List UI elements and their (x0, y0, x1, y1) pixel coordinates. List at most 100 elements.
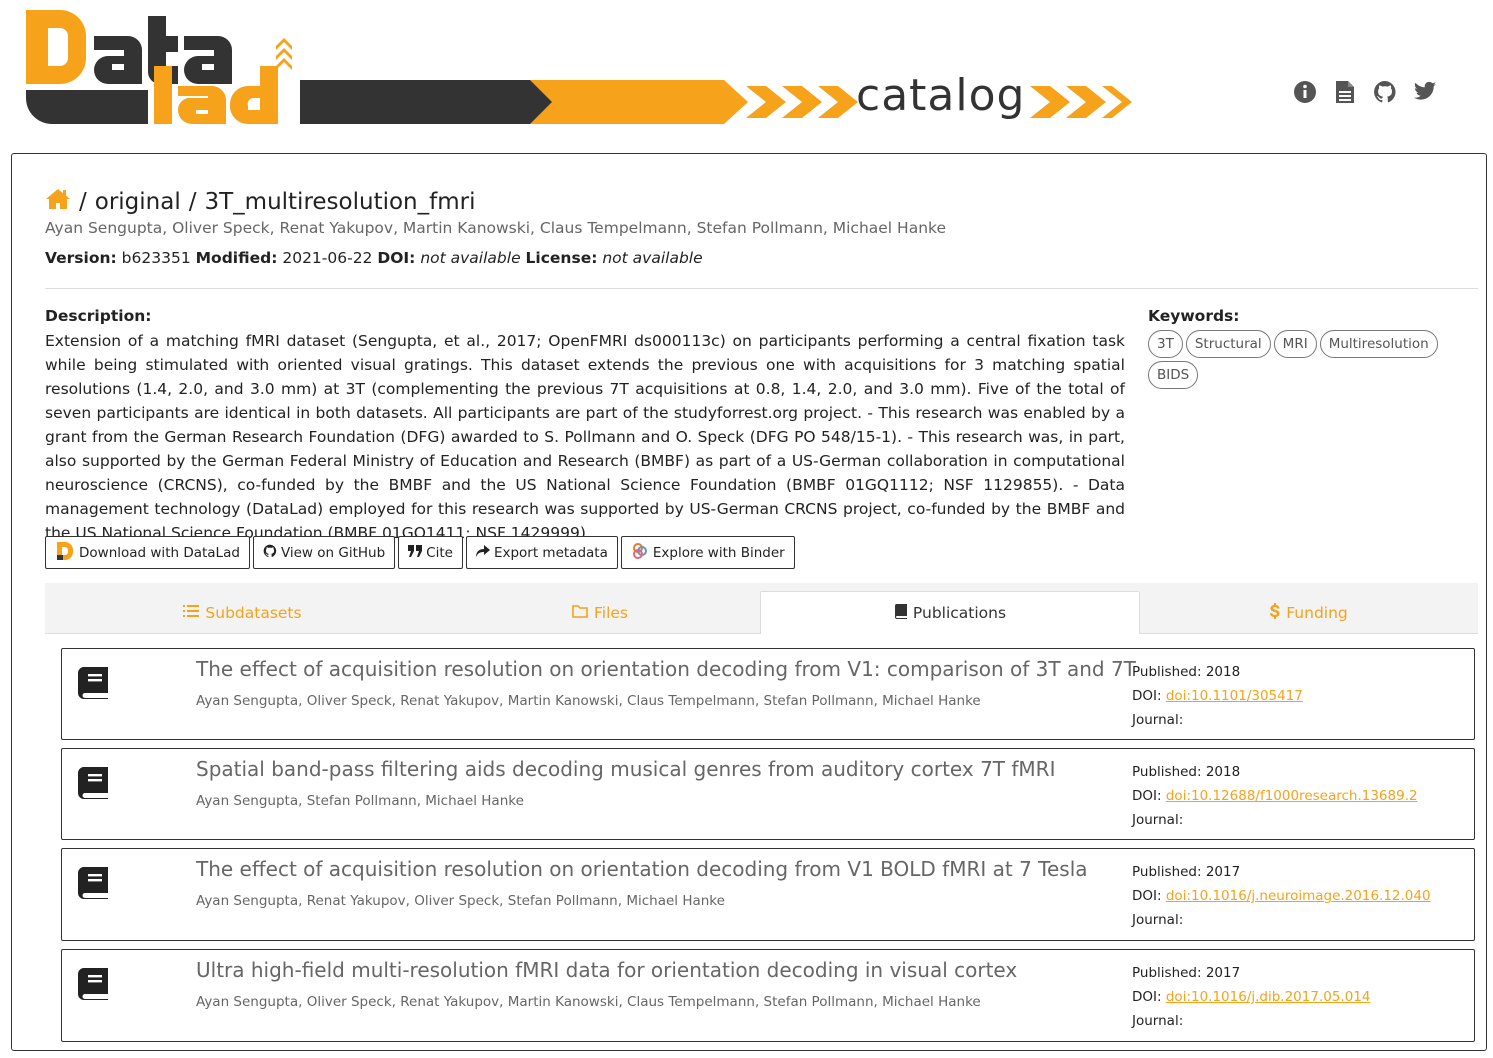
book-icon (77, 767, 108, 803)
breadcrumb-item-original[interactable]: original (95, 189, 181, 215)
published-label: Published: (1132, 664, 1202, 680)
version-value: b623351 (121, 249, 191, 267)
keywords-label: Keywords: (1148, 307, 1240, 325)
document-icon[interactable] (1332, 79, 1358, 105)
keywords-list: 3T Structural MRI Multiresolution BIDS (1148, 330, 1486, 389)
view-github-button[interactable]: View on GitHub (252, 536, 396, 569)
dataset-authors: Ayan Sengupta, Oliver Speck, Renat Yakup… (45, 219, 946, 237)
share-icon (475, 544, 490, 561)
home-icon[interactable] (45, 188, 71, 216)
download-datalad-label: Download with DataLad (79, 544, 240, 561)
publication-authors: Ayan Sengupta, Oliver Speck, Renat Yakup… (196, 693, 981, 709)
tab-publications-label: Publications (912, 604, 1007, 622)
breadcrumb-separator: / (79, 189, 87, 215)
dataset-meta: Version: b623351 Modified: 2021-06-22 DO… (45, 249, 703, 267)
publication-title[interactable]: The effect of acquisition resolution on … (196, 657, 1136, 681)
divider (45, 288, 1478, 289)
journal-label: Journal: (1132, 1013, 1184, 1029)
publication-authors: Ayan Sengupta, Stefan Pollmann, Michael … (196, 793, 524, 809)
export-metadata-button[interactable]: Export metadata (465, 536, 618, 569)
breadcrumb: / original / 3T_multiresolution_fmri (45, 188, 475, 216)
tab-files-label: Files (593, 603, 628, 622)
catalog-label: catalog (856, 70, 1026, 121)
cite-button[interactable]: Cite (398, 536, 463, 569)
info-icon[interactable] (1292, 79, 1318, 105)
keyword-chip[interactable]: 3T (1148, 330, 1183, 358)
publication-authors: Ayan Sengupta, Renat Yakupov, Oliver Spe… (196, 893, 725, 909)
tab-funding[interactable]: Funding (1140, 591, 1478, 634)
publication-card: The effect of acquisition resolution on … (61, 848, 1475, 941)
explore-binder-button[interactable]: Explore with Binder (620, 536, 795, 569)
publication-meta: Published: 2017 DOI: doi:10.1016/j.dib.2… (1132, 961, 1370, 1033)
publication-meta: Published: 2018 DOI: doi:10.1101/305417 … (1132, 660, 1303, 732)
published-value: 2018 (1205, 764, 1241, 780)
publication-title[interactable]: Ultra high-field multi-resolution fMRI d… (196, 958, 1017, 982)
keyword-chip[interactable]: Multiresolution (1319, 330, 1438, 358)
quote-icon (408, 544, 423, 561)
publication-card: Spatial band-pass filtering aids decodin… (61, 748, 1475, 840)
tab-bar: Subdatasets Files Publications Funding (45, 583, 1478, 634)
twitter-icon[interactable] (1412, 79, 1438, 105)
doi-link[interactable]: doi:10.1016/j.neuroimage.2016.12.040 (1166, 888, 1431, 904)
published-value: 2018 (1205, 664, 1241, 680)
cite-label: Cite (426, 544, 453, 561)
download-datalad-button[interactable]: Download with DataLad (45, 536, 250, 569)
doi-label: DOI: (1132, 888, 1162, 904)
journal-label: Journal: (1132, 712, 1184, 728)
explore-binder-label: Explore with Binder (652, 544, 785, 561)
published-label: Published: (1132, 965, 1202, 981)
breadcrumb-item-dataset: 3T_multiresolution_fmri (204, 189, 476, 215)
published-label: Published: (1132, 864, 1202, 880)
book-icon (77, 968, 108, 1004)
version-label: Version: (45, 249, 117, 267)
doi-value: not available (420, 249, 521, 267)
publication-authors: Ayan Sengupta, Oliver Speck, Renat Yakup… (196, 994, 981, 1010)
view-github-label: View on GitHub (280, 544, 386, 561)
publication-meta: Published: 2017 DOI: doi:10.1016/j.neuro… (1132, 860, 1431, 932)
datalad-icon (55, 541, 75, 565)
book-icon (894, 603, 907, 623)
doi-link[interactable]: doi:10.1101/305417 (1166, 688, 1303, 704)
list-icon (183, 604, 200, 622)
description-label: Description: (45, 307, 152, 325)
publication-title[interactable]: Spatial band-pass filtering aids decodin… (196, 757, 1055, 781)
github-icon[interactable] (1372, 79, 1398, 105)
dollar-icon (1270, 602, 1280, 623)
keyword-chip[interactable]: BIDS (1148, 361, 1199, 389)
tab-files[interactable]: Files (440, 591, 760, 634)
publication-card: The effect of acquisition resolution on … (61, 648, 1475, 740)
tab-funding-label: Funding (1286, 603, 1348, 622)
doi-label: DOI: (1132, 688, 1162, 704)
header-icon-links (1292, 79, 1438, 105)
description-text: Extension of a matching fMRI dataset (Se… (45, 332, 1125, 542)
doi-link[interactable]: doi:10.12688/f1000research.13689.2 (1166, 788, 1418, 804)
action-buttons: Download with DataLad View on GitHub Cit… (45, 536, 795, 569)
published-value: 2017 (1205, 864, 1241, 880)
keyword-chip[interactable]: MRI (1273, 330, 1317, 358)
journal-label: Journal: (1132, 912, 1184, 928)
doi-label: DOI: (1132, 788, 1162, 804)
journal-label: Journal: (1132, 812, 1184, 828)
license-label: License: (525, 249, 598, 267)
binder-icon (631, 542, 649, 564)
published-value: 2017 (1205, 965, 1241, 981)
publication-card: Ultra high-field multi-resolution fMRI d… (61, 949, 1475, 1042)
tab-publications[interactable]: Publications (760, 591, 1140, 634)
keyword-chip[interactable]: Structural (1185, 330, 1271, 358)
tab-subdatasets-label: Subdatasets (205, 603, 302, 622)
license-value: not available (602, 249, 703, 267)
header: catalog (0, 0, 1493, 150)
modified-value: 2021-06-22 (282, 249, 373, 267)
folder-icon (572, 604, 588, 622)
book-icon (77, 667, 108, 703)
doi-label: DOI: (1132, 989, 1162, 1005)
github-icon (263, 544, 277, 562)
publication-title[interactable]: The effect of acquisition resolution on … (196, 857, 1088, 881)
doi-link[interactable]: doi:10.1016/j.dib.2017.05.014 (1166, 989, 1371, 1005)
modified-label: Modified: (195, 249, 278, 267)
doi-label: DOI: (377, 249, 416, 267)
export-metadata-label: Export metadata (493, 544, 608, 561)
tab-subdatasets[interactable]: Subdatasets (45, 591, 440, 634)
published-label: Published: (1132, 764, 1202, 780)
publication-meta: Published: 2018 DOI: doi:10.12688/f1000r… (1132, 760, 1418, 832)
